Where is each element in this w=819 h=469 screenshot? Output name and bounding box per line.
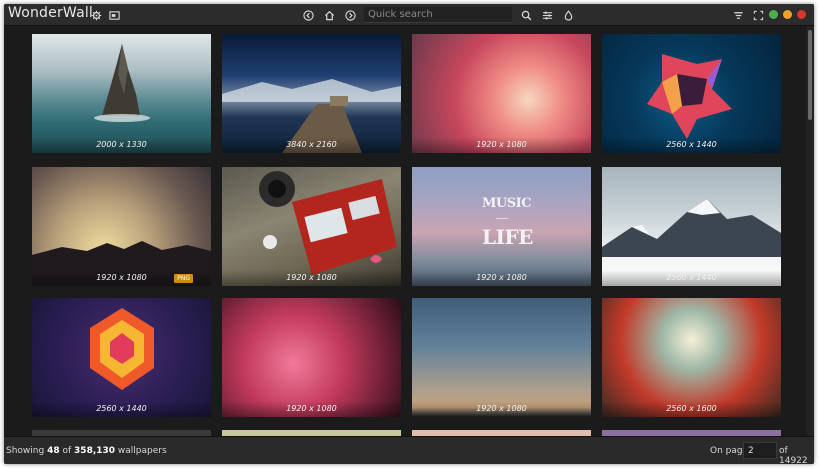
- sea-rock-shape: [94, 44, 150, 122]
- search-icon[interactable]: [518, 7, 534, 23]
- settings-icon[interactable]: [88, 7, 104, 23]
- wallpaper-thumbnail[interactable]: 2000 x 1330: [32, 34, 211, 153]
- wallpaper-grid: 2000 x 1330 3840 x 2160 1920 x 1080 2560…: [4, 26, 806, 436]
- maximize-button[interactable]: [769, 10, 778, 19]
- resolution-label: 1920 x 1080: [222, 270, 401, 286]
- wallpaper-thumbnail[interactable]: 2560 x 1440: [32, 298, 211, 417]
- home-icon[interactable]: [321, 7, 337, 23]
- window-icon[interactable]: [106, 7, 122, 23]
- quick-search-input[interactable]: [364, 7, 512, 23]
- wallpaper-thumbnail[interactable]: MUSIC ─── LIFE 1920 x 1080: [412, 167, 591, 286]
- resolution-label: 1920 x 1080: [412, 270, 591, 286]
- resolution-label: 2560 x 1440: [32, 401, 211, 417]
- filter-sliders-icon[interactable]: [539, 7, 555, 23]
- resolution-label: 1920 x 1080: [412, 401, 591, 417]
- page-number-input[interactable]: [743, 442, 777, 459]
- wallpaper-thumbnail[interactable]: 1920 x 1080: [222, 298, 401, 417]
- app-title: WonderWall: [8, 5, 94, 21]
- pier-shape: [222, 79, 401, 153]
- polygon-shape: [647, 54, 732, 139]
- page-total: of 14922: [779, 446, 808, 464]
- resolution-label: 2560 x 1440: [602, 137, 781, 153]
- wallpaper-thumbnail[interactable]: 1920 x 1080 PNG: [32, 167, 211, 286]
- forward-icon[interactable]: [342, 7, 358, 23]
- top-toolbar: WonderWall: [4, 4, 814, 26]
- wallpaper-thumbnail[interactable]: 3840 x 2160: [222, 34, 401, 153]
- wallpaper-thumbnail[interactable]: 2560 x 1440: [602, 167, 781, 286]
- mountain-silhouette: [32, 241, 211, 286]
- resolution-label: 2000 x 1330: [32, 137, 211, 153]
- wallpaper-thumbnail[interactable]: 2560 x 1600: [602, 298, 781, 417]
- resolution-label: 3840 x 2160: [222, 137, 401, 153]
- wallpaper-thumbnail[interactable]: 1920 x 1080: [412, 298, 591, 417]
- poster-text: MUSIC ─── LIFE: [482, 196, 533, 249]
- resolution-label: 1920 x 1080: [412, 137, 591, 153]
- png-badge: PNG: [174, 274, 193, 283]
- fullscreen-icon[interactable]: [750, 7, 766, 23]
- results-summary: Showing 48 of 358,130 wallpapers: [6, 446, 167, 456]
- pokedex-shape: [259, 171, 397, 275]
- wallpaper-thumbnail[interactable]: 1920 x 1080: [412, 34, 591, 153]
- resolution-label: 2560 x 1440: [602, 270, 781, 286]
- water-drop-icon[interactable]: [560, 7, 576, 23]
- hexagon-shape: [90, 308, 154, 390]
- status-bar: Showing 48 of 358,130 wallpapers On page…: [4, 436, 814, 464]
- wallpaper-thumbnail[interactable]: 2560 x 1440: [602, 34, 781, 153]
- resolution-label: 2560 x 1600: [602, 401, 781, 417]
- wallpaper-thumbnail[interactable]: 1920 x 1080: [222, 167, 401, 286]
- close-button[interactable]: [797, 10, 806, 19]
- resolution-label: 1920 x 1080: [222, 401, 401, 417]
- scrollbar-thumb[interactable]: [808, 30, 812, 120]
- snow-mountains: [602, 199, 781, 257]
- sort-icon[interactable]: [730, 7, 746, 23]
- minimize-button[interactable]: [783, 10, 792, 19]
- back-icon[interactable]: [300, 7, 316, 23]
- app-window: WonderWall Quick search 2000 x 1330 3840…: [4, 4, 814, 464]
